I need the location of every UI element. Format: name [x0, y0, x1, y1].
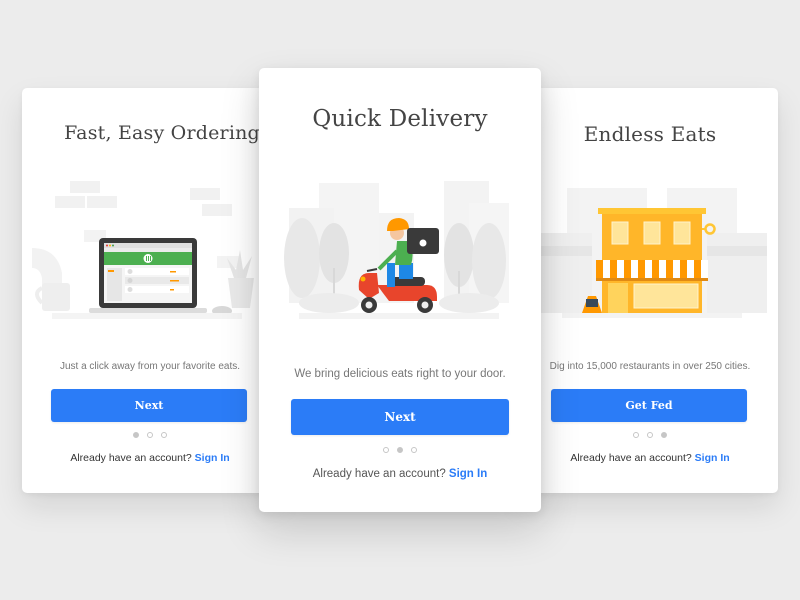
laptop-illustration: [22, 178, 278, 328]
page-dot-1[interactable]: [133, 432, 139, 438]
awning-stripe: [624, 260, 631, 278]
signin-link[interactable]: Sign In: [195, 452, 230, 464]
awning-stripe: [666, 260, 673, 278]
card-title: Endless Eats: [583, 122, 717, 146]
awning-stripe: [610, 260, 617, 278]
awning-stripe: [596, 260, 603, 278]
card-title: Quick Delivery: [312, 106, 488, 132]
page-dot-2[interactable]: [647, 432, 653, 438]
awning-stripe: [638, 260, 645, 278]
page-dot-1[interactable]: [383, 447, 389, 453]
card-description: Just a click away from your favorite eat…: [59, 361, 241, 372]
awning-stripe: [645, 260, 652, 278]
awning-stripe: [680, 260, 687, 278]
onboarding-card-ordering: Fast, Easy Ordering Just a click away fr…: [22, 88, 278, 493]
page-dot-3[interactable]: [411, 447, 417, 453]
signin-row: Already have an account? Sign In: [259, 468, 541, 480]
signin-link[interactable]: Sign In: [449, 468, 487, 480]
awning-stripe: [673, 260, 680, 278]
next-button[interactable]: Next: [51, 389, 247, 422]
onboarding-card-delivery: Quick Delivery We bring delicious eats r…: [259, 68, 541, 512]
scooter-illustration: [259, 173, 541, 333]
signin-row: Already have an account? Sign In: [522, 452, 778, 464]
get-fed-button[interactable]: Get Fed: [551, 389, 747, 422]
card-description: Dig into 15,000 restaurants in over 250 …: [549, 361, 751, 372]
awning-stripe: [701, 260, 708, 278]
page-dot-1[interactable]: [633, 432, 639, 438]
page-dot-3[interactable]: [661, 432, 667, 438]
next-button[interactable]: Next: [291, 399, 509, 435]
signin-prompt: Already have an account?: [70, 452, 192, 464]
storefront-illustration: [522, 178, 778, 328]
signin-prompt: Already have an account?: [312, 468, 446, 480]
card-title: Fast, Easy Ordering: [64, 122, 260, 144]
awning-stripe: [652, 260, 659, 278]
page-indicator: [259, 447, 541, 453]
awning-stripe: [694, 260, 701, 278]
page-dot-2[interactable]: [397, 447, 403, 453]
card-description: We bring delicious eats right to your do…: [294, 368, 506, 380]
page-indicator: [22, 432, 278, 438]
page-dot-2[interactable]: [147, 432, 153, 438]
signin-link[interactable]: Sign In: [695, 452, 730, 464]
awning-stripe: [603, 260, 610, 278]
awning-stripe: [631, 260, 638, 278]
page-dot-3[interactable]: [161, 432, 167, 438]
awning-stripe: [687, 260, 694, 278]
signin-prompt: Already have an account?: [570, 452, 692, 464]
signin-row: Already have an account? Sign In: [22, 452, 278, 464]
awning-stripe: [617, 260, 624, 278]
page-indicator: [522, 432, 778, 438]
awning-stripe: [659, 260, 666, 278]
onboarding-card-eats: Endless Eats Dig into 15,000 restaurants…: [522, 88, 778, 493]
